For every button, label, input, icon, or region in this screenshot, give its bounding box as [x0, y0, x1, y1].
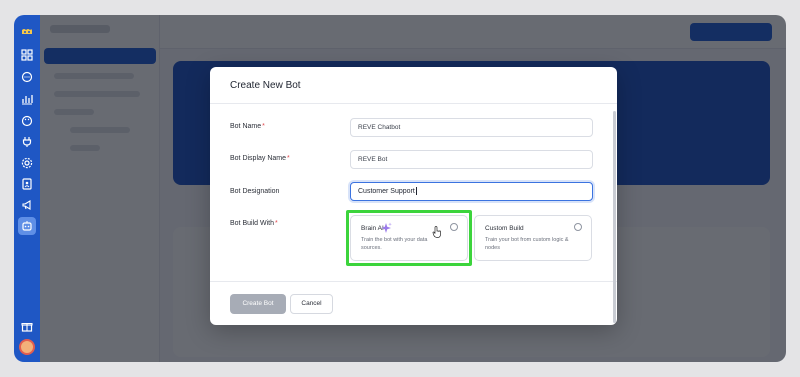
modal-header-divider	[210, 103, 617, 104]
required-marker: *	[274, 220, 278, 227]
bot-designation-value: Customer Support	[358, 188, 415, 195]
text-caret	[415, 187, 417, 196]
bot-build-with-label: Bot Build With*	[230, 220, 278, 227]
modal-footer-divider	[210, 281, 617, 282]
custom-build-radio[interactable]	[574, 223, 582, 231]
icon-rail	[14, 15, 40, 362]
bot-designation-input[interactable]: Customer Support	[350, 182, 593, 201]
gift-icon[interactable]	[20, 319, 34, 333]
contacts-icon[interactable]	[20, 177, 34, 191]
bot-designation-label: Bot Designation	[230, 188, 280, 195]
logo-icon[interactable]	[20, 25, 34, 39]
analytics-icon[interactable]	[20, 92, 34, 106]
bot-name-label: Bot Name*	[230, 123, 265, 130]
required-marker: *	[287, 155, 290, 162]
option-description: Train your bot from custom logic & nodes	[485, 237, 569, 251]
plug-icon[interactable]	[20, 135, 34, 149]
required-marker: *	[262, 123, 265, 130]
modal-title: Create New Bot	[230, 80, 301, 91]
hand-cursor-icon	[432, 226, 441, 238]
modal-scrollbar[interactable]	[613, 111, 616, 323]
bot-name-input[interactable]: REVE Chatbot	[350, 118, 593, 137]
chat-icon[interactable]	[20, 70, 34, 84]
build-option-custom-build[interactable]: Custom Build Train your bot from custom …	[474, 215, 592, 261]
dashboard-icon[interactable]	[20, 48, 34, 62]
option-title: Custom Build	[485, 225, 524, 232]
palette-icon[interactable]	[20, 114, 34, 128]
settings-icon[interactable]	[20, 156, 34, 170]
bot-icon[interactable]	[18, 217, 36, 235]
avatar[interactable]	[19, 339, 35, 355]
megaphone-icon[interactable]	[20, 198, 34, 212]
selection-highlight	[346, 210, 472, 266]
bot-display-name-input[interactable]: REVE Bot	[350, 150, 593, 169]
cancel-button[interactable]: Cancel	[290, 294, 333, 314]
create-bot-button[interactable]: Create Bot	[230, 294, 286, 314]
create-bot-modal: Create New Bot Bot Name* REVE Chatbot Bo…	[210, 67, 617, 325]
bot-display-name-label: Bot Display Name*	[230, 155, 290, 162]
